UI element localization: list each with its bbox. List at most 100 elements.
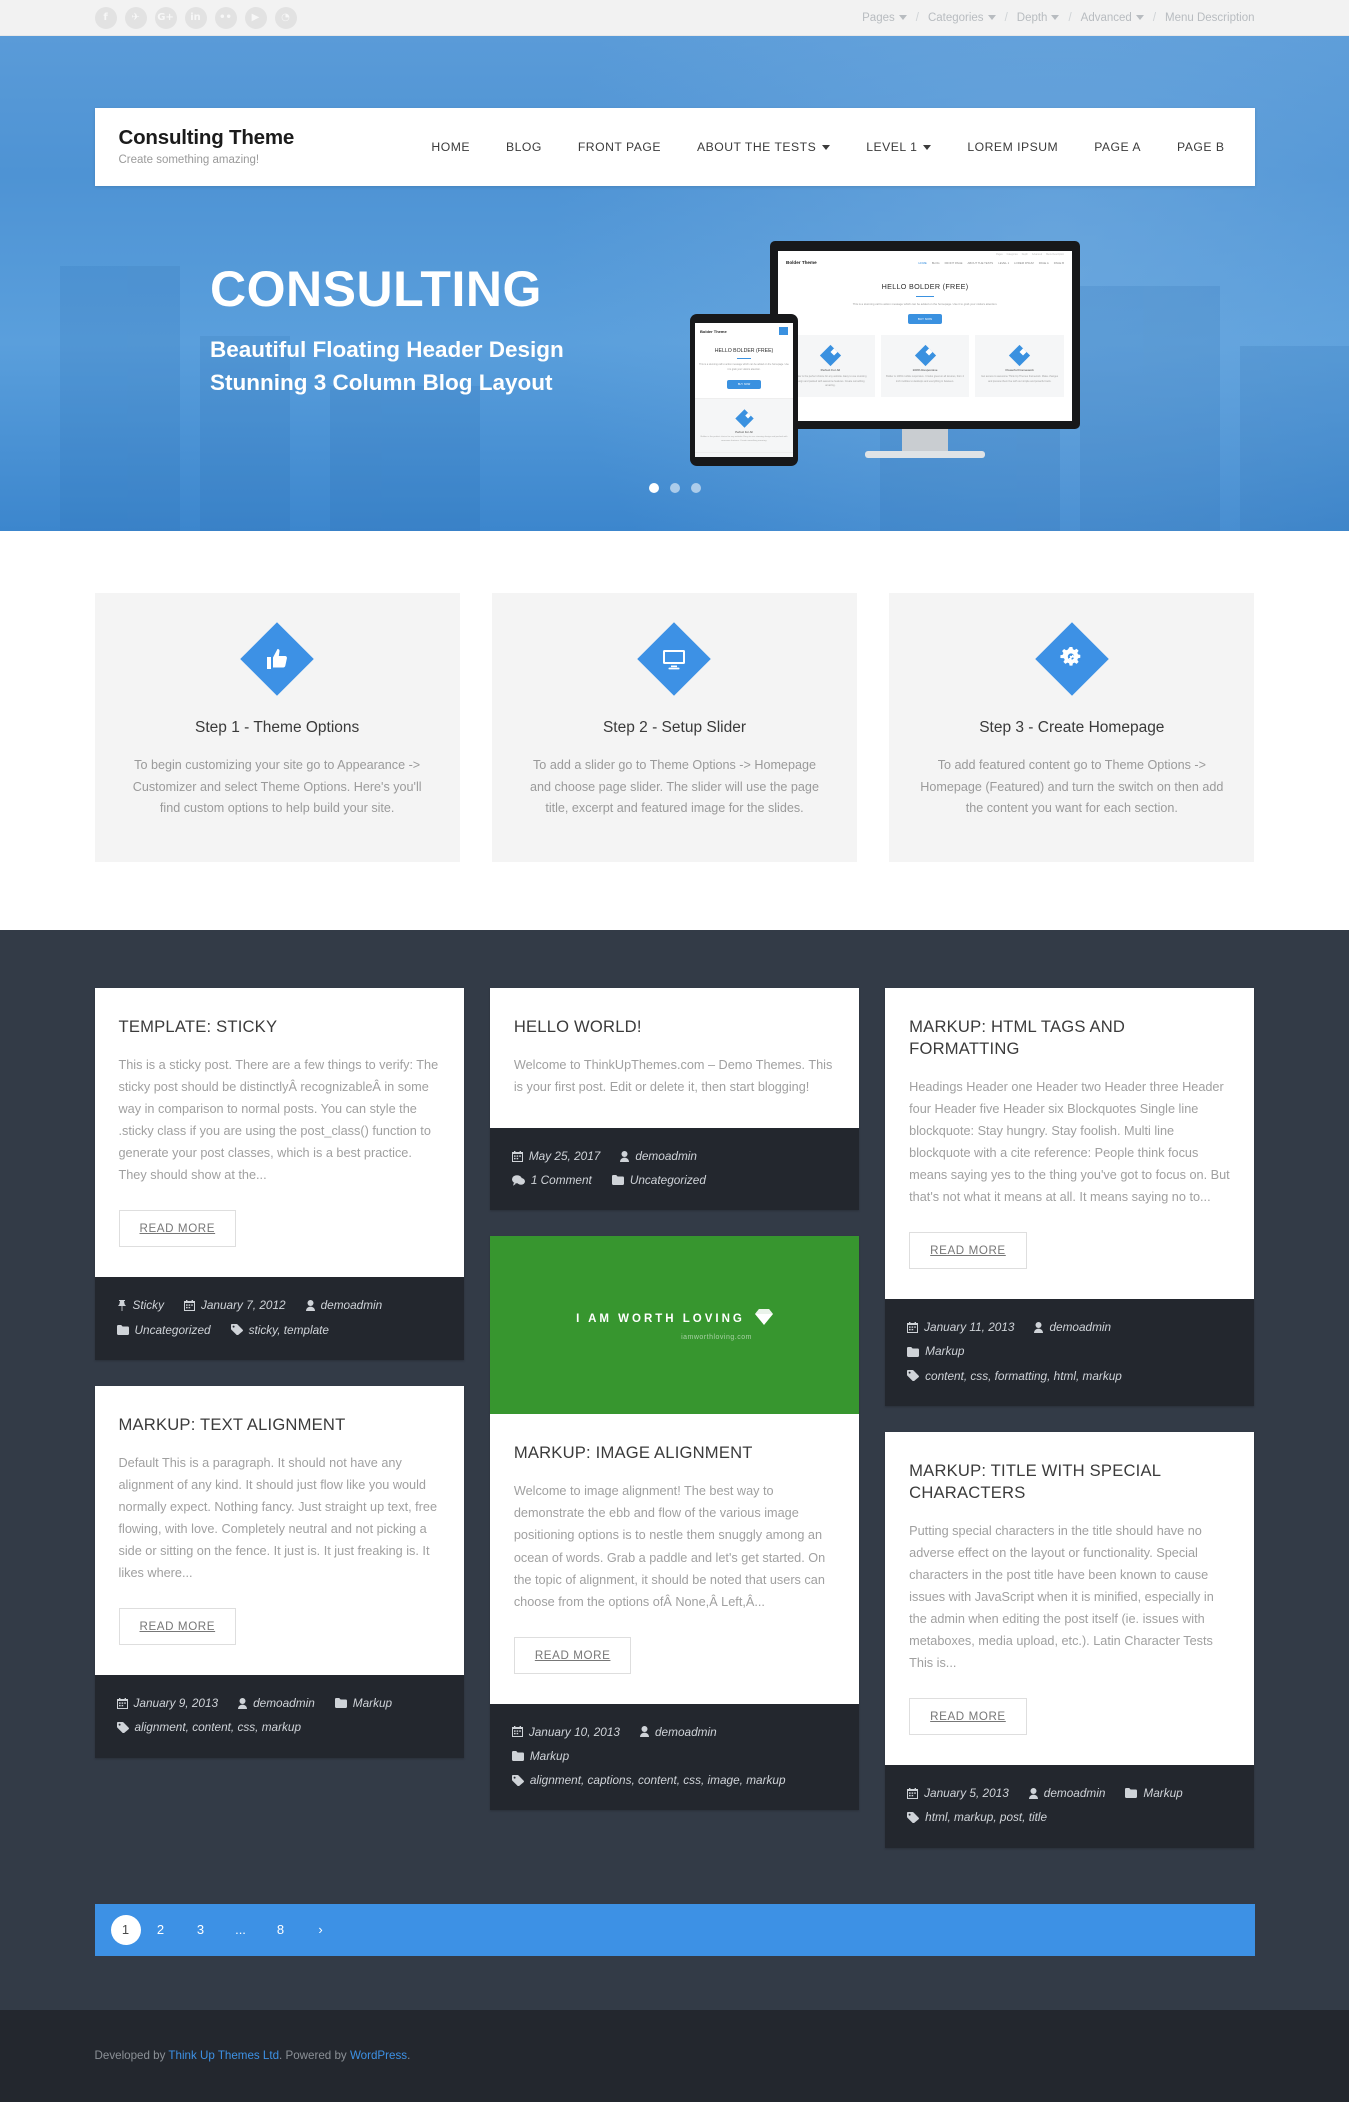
post-meta-item[interactable]: alignment, captions, content, css, image… (511, 1768, 786, 1792)
slider-dot-2[interactable] (669, 483, 680, 493)
post-meta-label: 1 Comment (530, 1173, 592, 1188)
post-meta-item[interactable]: January 5, 2013 (907, 1781, 1009, 1805)
post-meta-item[interactable]: Markup (1125, 1781, 1183, 1805)
footer-suffix: . (407, 2049, 411, 2063)
nav-item-about-the-tests[interactable]: ABOUT THE TESTS (679, 140, 848, 154)
post-meta-item[interactable]: January 11, 2013 (907, 1315, 1014, 1339)
read-more-button[interactable]: READ MORE (909, 1232, 1027, 1270)
post-meta-item[interactable]: demoadmin (238, 1691, 315, 1715)
post-meta-item[interactable]: Sticky (117, 1293, 164, 1317)
post-meta-item[interactable]: Markup (511, 1744, 569, 1768)
read-more-button[interactable]: READ MORE (513, 1636, 632, 1674)
mockup-nav: HOME BLOG FRONT PAGE ABOUT THE TESTS LEVEL 1… (918, 261, 1064, 265)
googleplus-icon[interactable]: G+ (154, 6, 177, 29)
post-meta-item[interactable]: content, css, formatting, html, markup (907, 1364, 1122, 1388)
pagination-item-8[interactable]: 8 (261, 1922, 301, 1937)
nav-item-home[interactable]: HOME (413, 140, 488, 154)
nav-item-label: FRONT PAGE (577, 140, 661, 154)
post-meta-item[interactable]: sticky, template (230, 1318, 329, 1342)
nav-item-page-a[interactable]: PAGE A (1076, 140, 1159, 154)
read-more-button[interactable]: READ MORE (909, 1698, 1027, 1736)
youtube-icon[interactable]: ▶ (244, 6, 267, 29)
post-title[interactable]: TEMPLATE: STICKY (119, 1016, 440, 1038)
post-body: HELLO WORLD! Welcome to ThinkUpThemes.com… (490, 988, 859, 1128)
post-meta-item[interactable]: demoadmin (640, 1720, 717, 1744)
linkedin-icon[interactable]: in (184, 6, 207, 29)
nav-item-front-page[interactable]: FRONT PAGE (560, 140, 679, 154)
post-meta-item[interactable]: html, markup, post, title (907, 1805, 1047, 1829)
folder-icon (334, 1698, 347, 1709)
post-meta-label: alignment, content, css, markup (134, 1720, 302, 1735)
post-title[interactable]: MARKUP: HTML TAGS AND FORMATTING (909, 1016, 1230, 1060)
mockup-column-text: Get access to awesome Think Up Themes fr… (981, 375, 1059, 383)
user-icon (305, 1300, 315, 1311)
post-meta-item[interactable]: January 7, 2012 (183, 1293, 286, 1317)
user-icon (620, 1150, 630, 1162)
post-featured-image[interactable]: I AM WORTH LOVING iamworthloving.com (489, 1236, 860, 1415)
read-more-button[interactable]: READ MORE (118, 1608, 237, 1646)
hamburger-menu-icon (779, 327, 788, 335)
hero-slider: Consulting Theme Create something amazin… (0, 36, 1349, 531)
post-meta-item[interactable]: demoadmin (620, 1144, 697, 1168)
pagination-item-3[interactable]: 3 (181, 1922, 221, 1937)
read-more-button[interactable]: READ MORE (118, 1210, 237, 1248)
chevron-down-icon (987, 15, 996, 20)
nav-item-lorem-ipsum[interactable]: LOREM IPSUM (949, 140, 1076, 154)
top-menu-item-pages[interactable]: Pages (862, 12, 907, 24)
post-title[interactable]: HELLO WORLD! (514, 1016, 835, 1038)
pagination-item-x[interactable]: › (301, 1922, 341, 1937)
top-menu-item-menu-description[interactable]: Menu Description (1165, 12, 1254, 24)
twitter-icon[interactable]: ✈ (124, 6, 147, 29)
post-meta-item[interactable]: demoadmin (1028, 1781, 1105, 1805)
post-body: MARKUP: TITLE WITH SPECIAL CHARACTERS Put… (885, 1432, 1254, 1765)
rss-icon[interactable]: ◔ (274, 6, 297, 29)
tag-icon (907, 1370, 920, 1382)
post-meta-item[interactable]: Uncategorized (116, 1318, 211, 1342)
post-meta-item[interactable]: January 9, 2013 (116, 1691, 219, 1715)
monitor-base (865, 451, 985, 458)
pagination-item-xxx[interactable]: ... (221, 1922, 261, 1937)
folder-icon (116, 1324, 129, 1335)
nav-item-label: LEVEL 1 (866, 140, 918, 154)
post-meta: January 10, 2013 demoadmin Markup alignment… (489, 1703, 860, 1811)
menu-separator: / (915, 11, 919, 24)
primary-navigation: HOME BLOG FRONT PAGE ABOUT THE TESTS LEVEL 1… (413, 140, 1230, 154)
nav-item-page-b[interactable]: PAGE B (1159, 140, 1230, 154)
post-meta: January 11, 2013 demoadmin Markup content, … (885, 1299, 1255, 1406)
post-meta-item[interactable]: Markup (907, 1339, 965, 1363)
footer-link-thinkupthemes[interactable]: Think Up Themes Ltd (168, 2049, 279, 2062)
pagination-item-2[interactable]: 2 (141, 1922, 181, 1937)
post-title[interactable]: MARKUP: TEXT ALIGNMENT (119, 1414, 440, 1436)
top-menu-item-depth[interactable]: Depth (1017, 12, 1060, 24)
facebook-icon[interactable]: f (94, 6, 117, 29)
nav-item-blog[interactable]: BLOG (488, 140, 560, 154)
post-meta-item[interactable]: January 10, 2013 (511, 1720, 620, 1744)
post-meta-item[interactable]: alignment, content, css, markup (116, 1715, 302, 1739)
pagination-item-1[interactable]: 1 (110, 1914, 141, 1945)
site-branding[interactable]: Consulting Theme Create something amazin… (119, 127, 295, 166)
tablet-mockup-button: BUY NOW (726, 380, 762, 390)
footer-link-wordpress[interactable]: WordPress (350, 2049, 407, 2062)
post-meta-item[interactable]: demoadmin (305, 1293, 382, 1317)
top-menu-item-categories[interactable]: Categories (928, 12, 996, 24)
post-excerpt: Welcome to ThinkUpThemes.com – Demo Them… (513, 1057, 833, 1094)
slider-dot-3[interactable] (690, 483, 701, 493)
site-title: Consulting Theme (118, 126, 295, 150)
post-title[interactable]: MARKUP: IMAGE ALIGNMENT (514, 1442, 835, 1464)
comment-icon (511, 1174, 525, 1186)
floating-site-header: Consulting Theme Create something amazin… (94, 108, 1255, 186)
post-meta-item[interactable]: Markup (334, 1691, 392, 1715)
post-meta-item[interactable]: 1 Comment (511, 1168, 592, 1192)
chevron-down-icon (923, 144, 932, 150)
post-title[interactable]: MARKUP: TITLE WITH SPECIAL CHARACTERS (909, 1460, 1230, 1504)
slider-dot-1[interactable] (648, 483, 659, 493)
nav-item-level-1[interactable]: LEVEL 1 (848, 140, 949, 154)
flickr-icon[interactable]: •• (214, 6, 237, 29)
top-menu-item-advanced[interactable]: Advanced (1081, 12, 1144, 24)
post-meta-label: January 11, 2013 (924, 1320, 1015, 1335)
post-meta-item[interactable]: demoadmin (1034, 1315, 1111, 1339)
post-meta-item[interactable]: Uncategorized (611, 1168, 706, 1192)
tablet-section-title: Perfect For All (735, 429, 753, 434)
post-meta-item[interactable]: May 25, 2017 (511, 1144, 600, 1168)
post-meta-label: January 9, 2013 (133, 1696, 219, 1711)
